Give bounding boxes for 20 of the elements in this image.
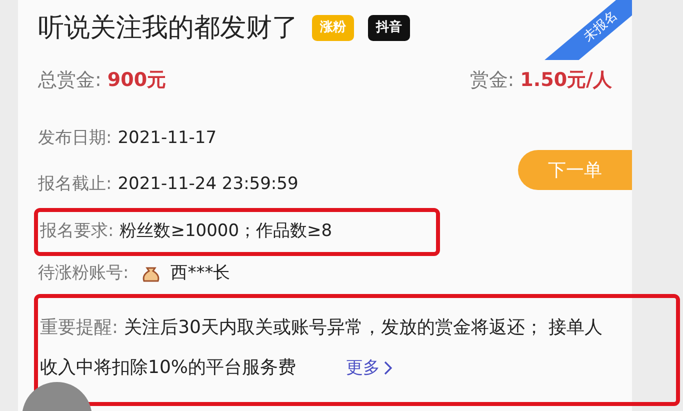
status-ribbon: 未报名 — [544, 0, 632, 60]
field-label: 报名截止: — [38, 173, 112, 196]
field-label: 待涨粉账号: — [38, 262, 129, 286]
chevron-right-icon — [384, 361, 394, 375]
total-reward-label: 总赏金: — [38, 68, 102, 93]
more-link[interactable]: 更多 — [346, 348, 394, 388]
platform-tag: 涨粉 — [312, 15, 354, 41]
field-value: 2021-11-17 — [118, 127, 217, 150]
field-value: 粉丝数≥10000；作品数≥8 — [120, 220, 332, 244]
field-label: 报名要求: — [40, 220, 114, 244]
unit-reward-label: 赏金: — [470, 68, 514, 93]
field-label: 发布日期: — [38, 127, 112, 150]
platform-tag: 抖音 — [368, 15, 410, 41]
field-value: 2021-11-24 23:59:59 — [118, 173, 298, 196]
money-bag-icon — [140, 265, 161, 283]
unit-reward-value: 1.50元/人 — [520, 68, 612, 93]
task-title: 听说关注我的都发财了 — [38, 12, 298, 44]
account-name: 西***长 — [170, 262, 230, 286]
notice-text: 重要提醒: 关注后30天内取关或账号异常，发放的赏金将返还； 接单人收入中将扣除10%的平台服务费 更多 — [40, 308, 615, 388]
total-reward-value: 900元 — [107, 68, 166, 93]
